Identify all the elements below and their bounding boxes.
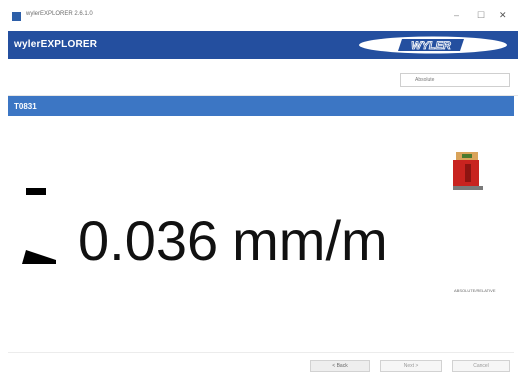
window-titlebar: wylerEXPLORER 2.6.1.0 – ☐ ✕ — [0, 0, 518, 30]
toolbar: Absolute — [8, 59, 518, 96]
minimize-button[interactable]: – — [454, 10, 459, 20]
app-icon — [12, 12, 21, 21]
measurement-reading: 0.036 mm/m — [78, 208, 388, 273]
mode-label: ABSOLUTE/RELATIVE — [454, 288, 496, 293]
sensor-header: T0831 — [8, 96, 514, 116]
back-button[interactable]: < Back — [310, 360, 370, 372]
minus-sign-icon — [26, 188, 46, 195]
reading-value: 0.036 — [78, 209, 219, 272]
sensor-name: T0831 — [14, 102, 37, 111]
wyler-logo: WYLER — [359, 36, 507, 54]
slope-indicator-icon — [22, 250, 56, 264]
wizard-footer: < Back Next > Cancel — [8, 352, 514, 372]
close-button[interactable]: ✕ — [499, 10, 507, 20]
reading-panel: 0.036 mm/m ABSOLUTE/RELATIVE — [8, 116, 514, 352]
window-title: wylerEXPLORER 2.6.1.0 — [26, 11, 93, 17]
maximize-button[interactable]: ☐ — [477, 10, 485, 20]
mode-select-value: Absolute — [415, 77, 435, 83]
logo-text: WYLER — [411, 40, 451, 52]
app-name: wylerEXPLORER — [14, 39, 98, 50]
cancel-button[interactable]: Cancel — [452, 360, 510, 372]
app-header: wylerEXPLORER WYLER — [8, 31, 518, 59]
next-button[interactable]: Next > — [380, 360, 442, 372]
inclinometer-device-icon[interactable] — [453, 152, 483, 192]
mode-select[interactable]: Absolute — [400, 73, 510, 87]
reading-unit: mm/m — [232, 209, 388, 272]
